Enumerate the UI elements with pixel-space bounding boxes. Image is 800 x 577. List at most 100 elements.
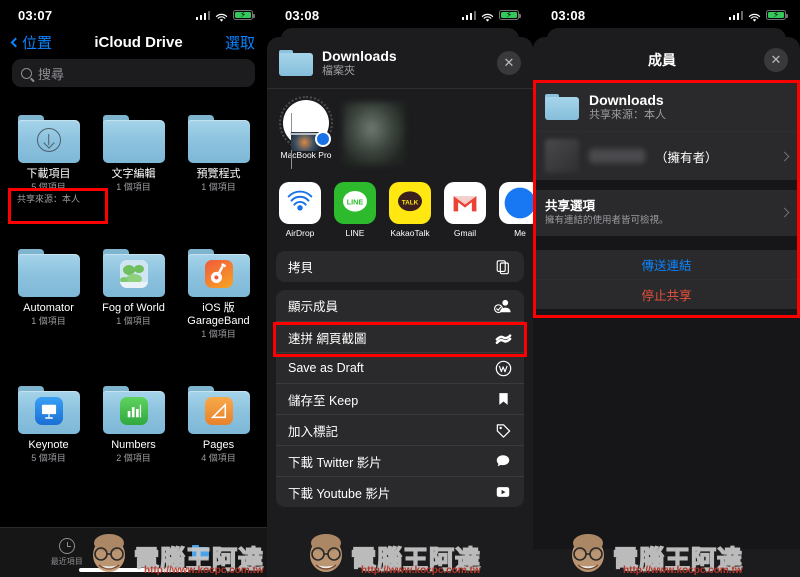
airdrop-target-name: MacBook Pro <box>280 150 332 160</box>
folder-item-garageband[interactable]: iOS 版 GarageBand 1 個項目 <box>176 249 261 340</box>
folder-item-downloads[interactable]: 下載項目 5 個項目 共享來源：本人 <box>6 115 91 205</box>
action-save-as-draft[interactable]: Save as Draft <box>276 352 524 383</box>
fog-of-world-app-icon <box>119 259 148 288</box>
status-time: 03:07 <box>18 7 53 23</box>
share-app-airdrop[interactable]: AirDrop <box>279 182 321 238</box>
back-button[interactable]: 位置 <box>10 32 52 53</box>
folder-icon <box>187 386 250 434</box>
action-label: 下載 Youtube 影片 <box>288 486 391 501</box>
member-owner-label: （擁有者） <box>655 150 718 165</box>
action-download-twitter-video[interactable]: 下載 Twitter 影片 <box>276 445 524 476</box>
cellular-bars-icon <box>728 10 743 20</box>
folder-item-automator[interactable]: Automator 1 個項目 <box>6 249 91 340</box>
garageband-app-icon <box>204 259 233 288</box>
folder-item-numbers[interactable]: Numbers 2 個項目 <box>91 386 176 464</box>
folder-grid: 下載項目 5 個項目 共享來源：本人 文字編輯 1 個項目 預覽程式 1 個項目… <box>0 97 267 464</box>
shared-item-subtitle: 檔案夾 <box>322 65 355 77</box>
folder-item-keynote[interactable]: Keynote 5 個項目 <box>6 386 91 464</box>
folder-item-textedit[interactable]: 文字編輯 1 個項目 <box>91 115 176 205</box>
action-label: 速拼 網頁截圖 <box>288 331 367 346</box>
airdrop-target-macbook-pro[interactable]: MacBook Pro <box>279 96 333 169</box>
numbers-app-icon <box>119 396 148 425</box>
panel-share-sheet: 03:08 ⚡ Downloads 檔案夾 ✕ MacBook Pro AirD… <box>267 0 533 577</box>
folder-count: 1 個項目 <box>116 182 151 192</box>
line-app-icon: LINE <box>334 182 376 224</box>
cellular-bars-icon <box>461 10 476 20</box>
screenshot-stage: 03:07 ⚡ 位置 iCloud Drive 選取 搜尋 下載項目 5 個項目… <box>0 0 800 577</box>
folder-icon <box>17 386 80 434</box>
action-add-tag[interactable]: 加入標記 <box>276 414 524 445</box>
folder-icon <box>187 249 250 297</box>
folder-count: 1 個項目 <box>31 316 66 326</box>
show-people-icon <box>494 297 512 315</box>
share-app-gmail[interactable]: Gmail <box>444 182 486 238</box>
cellular-bars-icon <box>195 10 210 20</box>
home-indicator <box>78 568 189 572</box>
share-app-line[interactable]: LINE LINE <box>334 182 376 238</box>
shared-file-row: Downloads 共享來源：本人 <box>533 83 800 131</box>
share-options-subtitle: 擁有連結的使用者皆可檢視。 <box>545 215 669 226</box>
action-list: 拷貝 顯示成員 速拼 網頁截圖 Save as Draft 儲存至 Keep 加… <box>267 247 533 507</box>
speech-bubble-icon <box>494 452 512 470</box>
play-badge-icon <box>494 483 512 501</box>
tag-icon <box>494 421 512 439</box>
member-row-owner[interactable]: （擁有者） <box>533 132 800 180</box>
svg-text:LINE: LINE <box>347 198 364 207</box>
shared-item-source: 共享來源：本人 <box>589 109 666 121</box>
stop-sharing-label: 停止共享 <box>641 289 692 303</box>
download-folder-icon <box>17 115 80 163</box>
folder-icon <box>102 115 165 163</box>
action-picsew[interactable]: 速拼 網頁截圖 <box>276 321 524 352</box>
share-app-messenger[interactable]: Me <box>499 182 533 238</box>
close-icon[interactable]: ✕ <box>764 48 788 72</box>
action-label: 儲存至 Keep <box>288 393 359 408</box>
app-label: KakaoTalk <box>390 228 430 238</box>
folder-name: 下載項目 <box>26 168 71 180</box>
action-show-people[interactable]: 顯示成員 <box>276 290 524 321</box>
action-save-to-keep[interactable]: 儲存至 Keep <box>276 383 524 414</box>
folder-item-pages[interactable]: Pages 4 個項目 <box>176 386 261 464</box>
stop-sharing-button[interactable]: 停止共享 <box>533 280 800 309</box>
share-options-title: 共享選項 <box>545 199 596 213</box>
keynote-app-icon <box>34 396 63 425</box>
app-label: LINE <box>345 228 365 238</box>
folder-count: 4 個項目 <box>201 453 236 463</box>
tab-label: 最近項目 <box>50 557 83 566</box>
send-link-button[interactable]: 傳送連結 <box>533 250 800 279</box>
folder-icon <box>279 50 313 76</box>
close-icon[interactable]: ✕ <box>497 51 521 75</box>
folder-name: 預覽程式 <box>196 168 241 180</box>
action-label: Save as Draft <box>288 361 364 375</box>
folder-name: Keynote <box>28 439 69 451</box>
select-button[interactable]: 選取 <box>225 32 255 53</box>
copy-icon <box>494 258 512 276</box>
bottom-tab-bar: 最近項目 <box>0 527 267 577</box>
action-download-youtube-video[interactable]: 下載 Youtube 影片 <box>276 476 524 507</box>
send-link-label: 傳送連結 <box>641 259 692 273</box>
pages-app-icon <box>204 396 233 425</box>
status-bar: 03:08 ⚡ <box>267 0 533 30</box>
shared-item-title: Downloads <box>589 92 664 108</box>
folder-item-fog-of-world[interactable]: Fog of World 1 個項目 <box>91 249 176 340</box>
airdrop-icon <box>279 182 321 224</box>
share-app-kakaotalk[interactable]: TALK KakaoTalk <box>389 182 431 238</box>
share-sheet: Downloads 檔案夾 ✕ MacBook Pro AirDrop LINE… <box>267 37 533 577</box>
action-label: 加入標記 <box>288 424 339 439</box>
action-group-main: 顯示成員 速拼 網頁截圖 Save as Draft 儲存至 Keep 加入標記… <box>276 290 524 507</box>
folder-item-preview[interactable]: 預覽程式 1 個項目 <box>176 115 261 205</box>
folder-count: 5 個項目 <box>31 182 66 192</box>
folder-name: Numbers <box>111 439 156 451</box>
search-input[interactable]: 搜尋 <box>12 59 255 87</box>
page-title: 成員 <box>648 52 676 68</box>
action-copy[interactable]: 拷貝 <box>276 251 524 282</box>
wordpress-icon <box>494 359 512 377</box>
wifi-icon <box>481 10 494 22</box>
sheet-empty-area <box>533 309 800 549</box>
folder-count: 1 個項目 <box>201 329 236 339</box>
members-sheet-header: 成員 ✕ <box>533 37 800 82</box>
action-group-copy: 拷貝 <box>276 251 524 282</box>
share-options-row[interactable]: 共享選項 擁有連結的使用者皆可檢視。 <box>533 190 800 236</box>
folder-icon <box>545 94 579 120</box>
app-label: Me <box>514 228 526 238</box>
members-sheet: 成員 ✕ Downloads 共享來源：本人 （擁有者） 共享選項 擁有連結的使… <box>533 37 800 577</box>
